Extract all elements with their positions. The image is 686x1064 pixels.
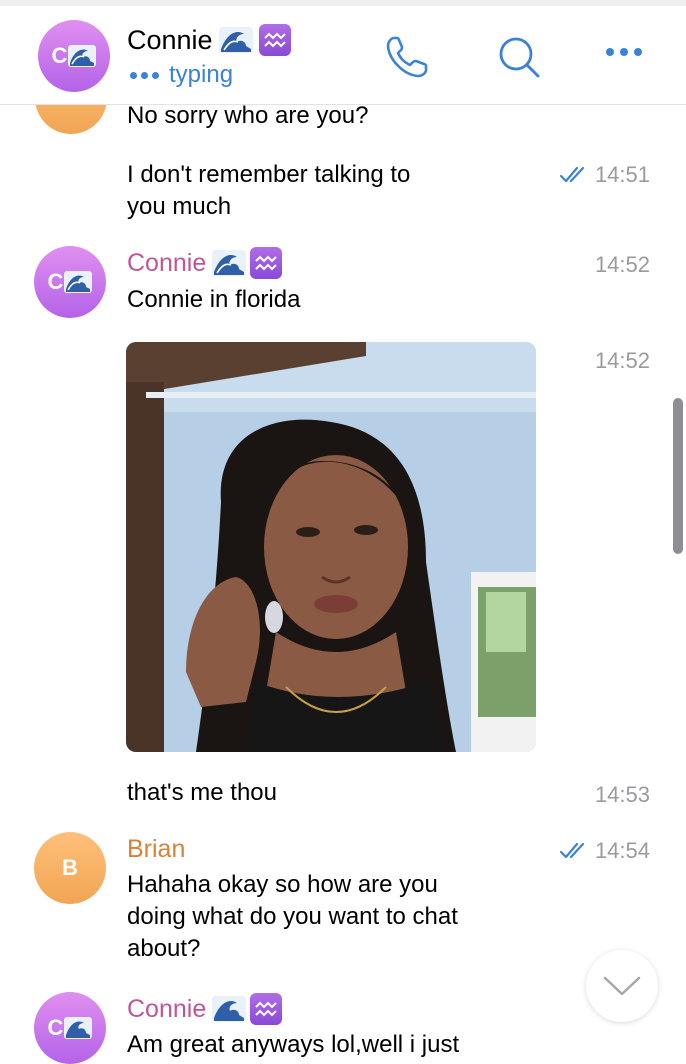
wave-emoji-icon bbox=[68, 45, 97, 67]
scrollbar[interactable] bbox=[673, 398, 683, 554]
wave-emoji-icon bbox=[64, 271, 93, 293]
contact-name: Connie bbox=[127, 24, 213, 55]
time-label: 14:52 bbox=[594, 252, 650, 277]
message-time: 14:54 bbox=[559, 838, 650, 864]
avatar[interactable]: B bbox=[34, 832, 106, 904]
message-time: 14:51 bbox=[559, 162, 650, 188]
aquarius-icon bbox=[258, 24, 291, 56]
chat-title[interactable]: Connie bbox=[127, 24, 291, 56]
sender-label: Connie bbox=[127, 994, 207, 1023]
aquarius-icon bbox=[250, 993, 283, 1025]
message-time: 14:52 bbox=[595, 252, 650, 278]
message-line: Hahaha okay so how are you bbox=[127, 871, 438, 898]
time-label: 14:51 bbox=[594, 162, 650, 187]
sender-name[interactable]: Connie bbox=[127, 993, 283, 1025]
header-avatar[interactable]: C bbox=[38, 20, 110, 92]
double-check-icon bbox=[559, 166, 585, 183]
wave-emoji-icon bbox=[218, 27, 253, 53]
phone-icon[interactable] bbox=[384, 34, 430, 80]
message-text: that's me thou bbox=[127, 779, 277, 806]
sender-name[interactable]: Brian bbox=[127, 835, 185, 864]
typing-dots-icon bbox=[130, 71, 159, 79]
wave-emoji-icon bbox=[212, 996, 247, 1022]
typing-status: typing bbox=[130, 61, 233, 89]
message-line: about? bbox=[127, 935, 201, 962]
time-label: 14:52 bbox=[594, 348, 650, 373]
wave-emoji-icon bbox=[212, 250, 247, 276]
scroll-to-bottom-button[interactable] bbox=[586, 950, 658, 1022]
time-label: 14:54 bbox=[594, 838, 650, 863]
more-options-icon[interactable] bbox=[604, 46, 644, 58]
sender-label: Brian bbox=[127, 835, 186, 863]
message-line: I don't remember talking to bbox=[127, 161, 411, 188]
message-time: 14:52 bbox=[595, 348, 650, 374]
avatar-letter: B bbox=[62, 855, 78, 880]
time-label: 14:53 bbox=[594, 782, 650, 807]
message-text: I don't remember talking to you much bbox=[127, 159, 410, 223]
message-time: 14:53 bbox=[595, 782, 650, 808]
message-line: doing what do you want to chat bbox=[127, 903, 458, 930]
search-icon[interactable] bbox=[496, 34, 542, 80]
avatar-letter: C bbox=[51, 43, 68, 68]
selfie-photo bbox=[126, 342, 536, 752]
avatar-letter: C bbox=[47, 1015, 64, 1040]
chat-header: C Connie typing bbox=[0, 6, 686, 105]
status-label: typing bbox=[169, 61, 234, 88]
sender-label: Connie bbox=[127, 248, 207, 277]
message-text: Hahaha okay so how are you doing what do… bbox=[127, 869, 458, 965]
sender-name[interactable]: Connie bbox=[127, 247, 283, 279]
double-check-icon bbox=[559, 842, 585, 859]
wave-emoji-icon bbox=[64, 1017, 93, 1039]
message-text: Connie in florida bbox=[127, 286, 301, 313]
avatar[interactable]: C bbox=[34, 246, 106, 318]
chevron-down-icon bbox=[603, 976, 641, 996]
avatar[interactable]: C bbox=[34, 992, 106, 1064]
message-list[interactable]: No sorry who are you? I don't remember t… bbox=[0, 0, 686, 1064]
photo-message[interactable] bbox=[126, 342, 536, 752]
message-line: you much bbox=[127, 193, 232, 220]
message-text: Am great anyways lol,well i just bbox=[127, 1031, 460, 1058]
aquarius-icon bbox=[250, 247, 283, 279]
avatar-letter: C bbox=[47, 269, 64, 294]
